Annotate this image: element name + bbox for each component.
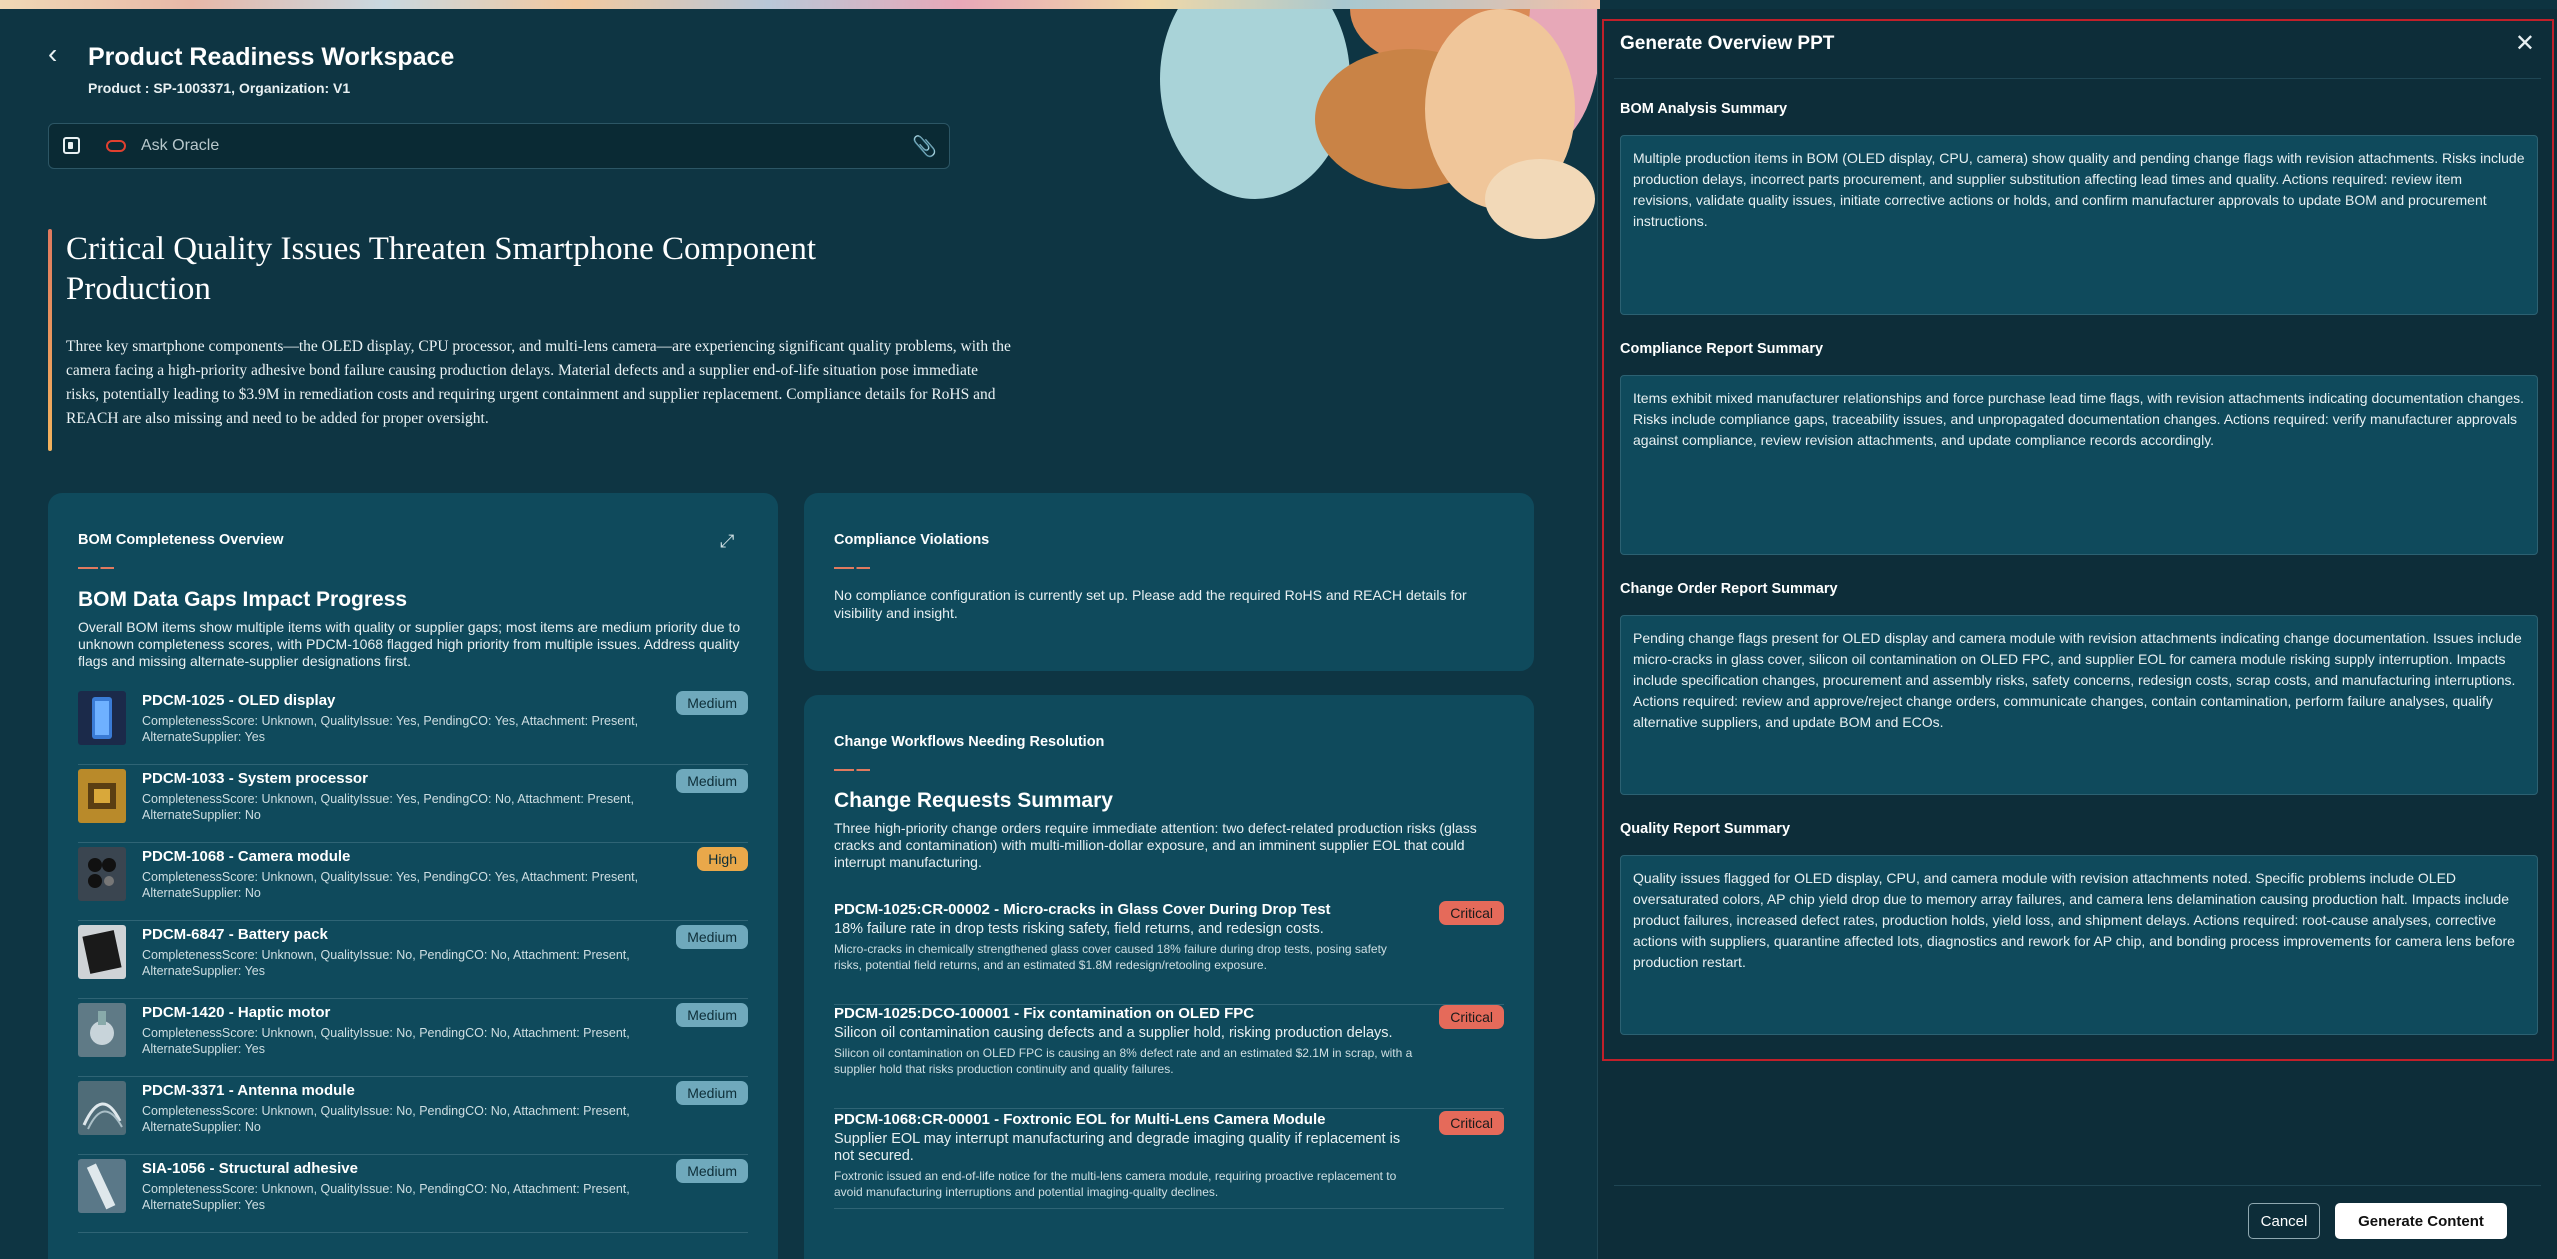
bom-item-meta: CompletenessScore: Unknown, QualityIssue… bbox=[142, 792, 634, 822]
bom-item-meta: CompletenessScore: Unknown, QualityIssue… bbox=[142, 1026, 630, 1056]
oled-display-thumbnail bbox=[78, 691, 126, 745]
bom-list-item[interactable]: SIA-1056 - Structural adhesive Completen… bbox=[78, 1155, 748, 1233]
change-order-detail: Micro-cracks in chemically strengthened … bbox=[834, 942, 1387, 972]
compliance-summary-label: Compliance Report Summary bbox=[1620, 341, 1824, 357]
change-order-item[interactable]: PDCM-1025:CR-00002 - Micro-cracks in Gla… bbox=[834, 901, 1504, 1005]
bom-completeness-card: BOM Completeness Overview ⤢ BOM Data Gap… bbox=[48, 493, 778, 1259]
hero-accent-bar bbox=[48, 229, 52, 451]
change-order-summary: Silicon oil contamination causing defect… bbox=[834, 1025, 1393, 1041]
change-order-name: PDCM-1025:DCO-100001 - Fix contamination… bbox=[834, 1005, 1255, 1022]
change-order-summary-label: Change Order Report Summary bbox=[1620, 581, 1838, 597]
camera-module-thumbnail bbox=[78, 847, 126, 901]
priority-badge: Critical bbox=[1439, 1111, 1504, 1135]
bom-item-name: PDCM-6847 - Battery pack bbox=[142, 926, 328, 943]
accent-line bbox=[834, 567, 870, 569]
bom-item-name: PDCM-1025 - OLED display bbox=[142, 692, 336, 709]
change-order-item[interactable]: PDCM-1025:DCO-100001 - Fix contamination… bbox=[834, 1005, 1504, 1109]
change-description: Three high-priority change orders requir… bbox=[834, 820, 1477, 870]
ask-oracle-bar[interactable]: Ask Oracle 📎 bbox=[48, 123, 950, 169]
bom-item-name: PDCM-1068 - Camera module bbox=[142, 848, 351, 865]
change-order-detail: Silicon oil contamination on OLED FPC is… bbox=[834, 1046, 1413, 1076]
bom-item-meta: CompletenessScore: Unknown, QualityIssue… bbox=[142, 870, 639, 900]
close-icon[interactable]: ✕ bbox=[2515, 29, 2535, 58]
bom-item-meta: CompletenessScore: Unknown, QualityIssue… bbox=[142, 948, 630, 978]
change-order-name: PDCM-1068:CR-00001 - Foxtronic EOL for M… bbox=[834, 1111, 1326, 1128]
accent-line bbox=[834, 769, 870, 771]
panel-title: Generate Overview PPT bbox=[1620, 33, 1835, 54]
priority-badge: High bbox=[697, 847, 748, 871]
bom-item-meta: CompletenessScore: Unknown, QualityIssue… bbox=[142, 714, 639, 744]
expand-icon[interactable]: ⤢ bbox=[720, 531, 738, 551]
change-order-summary-textarea[interactable]: Pending change flags present for OLED di… bbox=[1620, 615, 2538, 795]
priority-badge: Medium bbox=[676, 925, 748, 949]
bom-item-meta: CompletenessScore: Unknown, QualityIssue… bbox=[142, 1104, 630, 1134]
compliance-description: No compliance configuration is currently… bbox=[834, 587, 1467, 621]
bom-item-meta: CompletenessScore: Unknown, QualityIssue… bbox=[142, 1182, 630, 1212]
decorative-blobs-illustration bbox=[1160, 9, 1597, 239]
oracle-logo-icon bbox=[106, 140, 126, 152]
change-card-title: Change Workflows Needing Resolution bbox=[834, 734, 1105, 750]
priority-badge: Medium bbox=[676, 769, 748, 793]
structural-adhesive-thumbnail bbox=[78, 1159, 126, 1213]
bom-item-name: PDCM-3371 - Antenna module bbox=[142, 1082, 355, 1099]
priority-badge: Critical bbox=[1439, 1005, 1504, 1029]
bom-item-name: SIA-1056 - Structural adhesive bbox=[142, 1160, 358, 1177]
bom-summary-textarea[interactable]: Multiple production items in BOM (OLED d… bbox=[1620, 135, 2538, 315]
change-order-item[interactable]: PDCM-1068:CR-00001 - Foxtronic EOL for M… bbox=[834, 1109, 1504, 1209]
bom-list-item[interactable]: PDCM-1025 - OLED display CompletenessSco… bbox=[78, 687, 748, 765]
haptic-motor-thumbnail bbox=[78, 1003, 126, 1057]
decorative-top-strip bbox=[0, 0, 1600, 9]
change-order-detail: Foxtronic issued an end-of-life notice f… bbox=[834, 1169, 1397, 1199]
cancel-button[interactable]: Cancel bbox=[2248, 1203, 2320, 1239]
priority-badge: Medium bbox=[676, 691, 748, 715]
generate-overview-panel: Generate Overview PPT ✕ BOM Analysis Sum… bbox=[1597, 9, 2557, 1259]
priority-badge: Medium bbox=[676, 1159, 748, 1183]
workspace-main: ‹ Product Readiness Workspace Product : … bbox=[0, 9, 1597, 1259]
bom-description: Overall BOM items show multiple items wi… bbox=[78, 619, 741, 669]
change-order-name: PDCM-1025:CR-00002 - Micro-cracks in Gla… bbox=[834, 901, 1331, 918]
hero-title: Critical Quality Issues Threaten Smartph… bbox=[66, 231, 816, 307]
change-workflows-card: Change Workflows Needing Resolution Chan… bbox=[804, 695, 1534, 1259]
compliance-summary-textarea[interactable]: Items exhibit mixed manufacturer relatio… bbox=[1620, 375, 2538, 555]
page-subtitle: Product : SP-1003371, Organization: V1 bbox=[88, 80, 351, 96]
paperclip-icon[interactable]: 📎 bbox=[912, 134, 937, 159]
chevron-left-icon[interactable]: ‹ bbox=[48, 39, 72, 69]
compliance-violations-card: Compliance Violations No compliance conf… bbox=[804, 493, 1534, 671]
bom-list-item[interactable]: PDCM-3371 - Antenna module CompletenessS… bbox=[78, 1077, 748, 1155]
bom-list-item[interactable]: PDCM-1033 - System processor Completenes… bbox=[78, 765, 748, 843]
compliance-card-title: Compliance Violations bbox=[834, 532, 990, 548]
page-title: Product Readiness Workspace bbox=[88, 43, 455, 71]
ask-oracle-input[interactable]: Ask Oracle bbox=[141, 137, 219, 155]
bom-list-item[interactable]: PDCM-1068 - Camera module CompletenessSc… bbox=[78, 843, 748, 921]
antenna-module-thumbnail bbox=[78, 1081, 126, 1135]
priority-badge: Medium bbox=[676, 1003, 748, 1027]
bom-list-item[interactable]: PDCM-1420 - Haptic motor CompletenessSco… bbox=[78, 999, 748, 1077]
bom-summary-label: BOM Analysis Summary bbox=[1620, 101, 1788, 117]
panel-footer-divider bbox=[1614, 1185, 2541, 1186]
accent-line bbox=[78, 567, 114, 569]
change-order-summary: Supplier EOL may interrupt manufacturing… bbox=[834, 1131, 1401, 1164]
processor-thumbnail bbox=[78, 769, 126, 823]
change-order-summary: 18% failure rate in drop tests risking s… bbox=[834, 921, 1324, 937]
priority-badge: Medium bbox=[676, 1081, 748, 1105]
bom-list-item[interactable]: PDCM-6847 - Battery pack CompletenessSco… bbox=[78, 921, 748, 999]
sidebar-toggle-icon[interactable] bbox=[63, 137, 80, 154]
change-big-title: Change Requests Summary bbox=[834, 789, 1113, 812]
bom-item-name: PDCM-1033 - System processor bbox=[142, 770, 368, 787]
battery-pack-thumbnail bbox=[78, 925, 126, 979]
hero-body: Three key smartphone components—the OLED… bbox=[66, 338, 1011, 427]
panel-divider bbox=[1614, 78, 2541, 79]
bom-card-title: BOM Completeness Overview bbox=[78, 532, 284, 548]
quality-summary-textarea[interactable]: Quality issues flagged for OLED display,… bbox=[1620, 855, 2538, 1035]
bom-item-name: PDCM-1420 - Haptic motor bbox=[142, 1004, 331, 1021]
generate-content-button[interactable]: Generate Content bbox=[2335, 1203, 2507, 1239]
bom-big-title: BOM Data Gaps Impact Progress bbox=[78, 588, 408, 611]
priority-badge: Critical bbox=[1439, 901, 1504, 925]
quality-summary-label: Quality Report Summary bbox=[1620, 821, 1791, 837]
